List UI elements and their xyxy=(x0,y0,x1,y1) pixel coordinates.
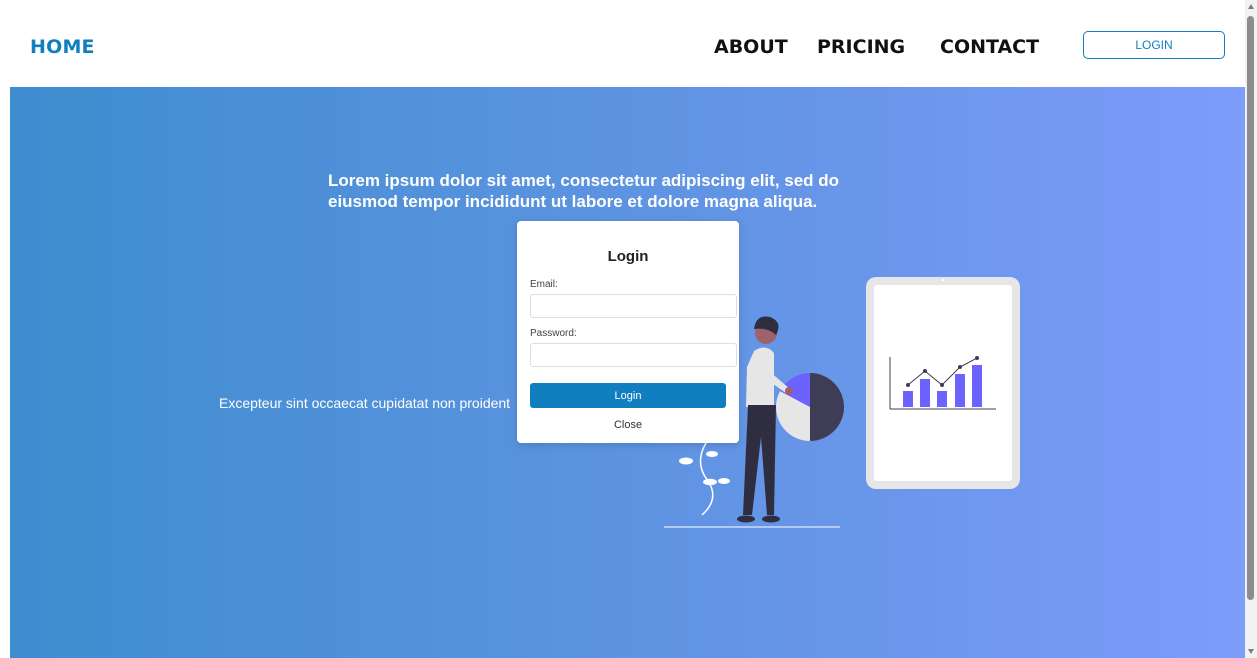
nav-home-link[interactable]: HOME xyxy=(30,36,95,58)
vertical-scrollbar[interactable] xyxy=(1245,0,1257,658)
login-submit-button[interactable]: Login xyxy=(530,383,726,408)
tablet-trend-point xyxy=(923,369,927,373)
tablet-bar-4 xyxy=(955,374,965,407)
scroll-up-arrow-icon[interactable] xyxy=(1248,4,1254,9)
person-hand xyxy=(785,387,793,395)
person-shoe-left xyxy=(737,515,755,523)
plant-leaf-5 xyxy=(718,478,730,484)
pie-slice-dark xyxy=(810,373,844,441)
nav-link-about[interactable]: ABOUT xyxy=(714,36,788,58)
password-input[interactable] xyxy=(530,343,737,367)
tablet-trend-point xyxy=(958,365,962,369)
plant-leaf-4 xyxy=(703,478,717,486)
tablet-camera xyxy=(941,278,945,282)
navbar: HOME ABOUT PRICING CONTACT LOGIN xyxy=(0,0,1245,87)
password-label: Password: xyxy=(530,328,577,339)
modal-title: Login xyxy=(607,248,649,265)
tablet-bar-2 xyxy=(920,379,930,407)
nav-link-pricing[interactable]: PRICING xyxy=(817,36,905,58)
nav-link-contact[interactable]: CONTACT xyxy=(940,36,1039,58)
scroll-down-arrow-icon[interactable] xyxy=(1248,649,1254,654)
plant-leaf-3 xyxy=(679,457,693,465)
nav-login-button[interactable]: LOGIN xyxy=(1083,31,1225,59)
tablet-bar-5 xyxy=(972,365,982,407)
person-legs xyxy=(743,405,776,515)
tablet-trend-point xyxy=(975,356,979,360)
tablet-bar-3 xyxy=(937,391,947,407)
email-label: Email: xyxy=(530,279,558,290)
tablet-screen xyxy=(874,285,1012,481)
tablet-bar-1 xyxy=(903,391,913,407)
hero-heading: Lorem ipsum dolor sit amet, consectetur … xyxy=(328,171,840,211)
tablet-trend-point xyxy=(906,383,910,387)
hero-paragraph: Excepteur sint occaecat cupidatat non pr… xyxy=(219,395,511,411)
close-modal-button[interactable]: Close xyxy=(530,417,726,433)
tablet-chart-illustration xyxy=(866,277,1020,489)
email-input[interactable] xyxy=(530,294,737,318)
scrollbar-thumb[interactable] xyxy=(1247,16,1254,600)
person-shoe-right xyxy=(762,515,780,523)
plant-leaf-2 xyxy=(706,451,718,457)
tablet-trend-point xyxy=(940,383,944,387)
login-modal: Login Email: Password: Login Close xyxy=(517,221,739,443)
